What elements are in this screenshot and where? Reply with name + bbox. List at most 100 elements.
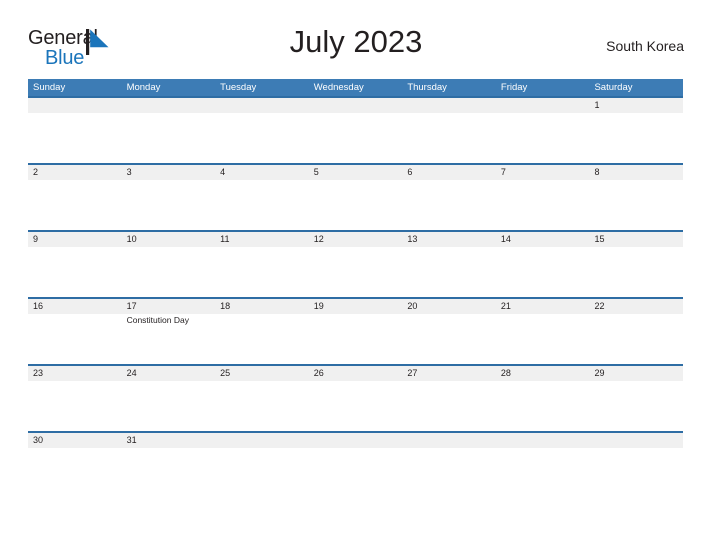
day-number[interactable]: 9 (28, 232, 122, 247)
day-cell[interactable] (496, 113, 590, 163)
day-cell[interactable] (589, 113, 683, 163)
day-number[interactable]: 31 (122, 433, 216, 448)
day-number[interactable]: 26 (309, 366, 403, 381)
day-cell[interactable] (215, 113, 309, 163)
day-number[interactable]: 16 (28, 299, 122, 314)
day-cell[interactable] (28, 113, 122, 163)
day-cell[interactable] (122, 448, 216, 498)
day-cell[interactable] (496, 381, 590, 431)
day-cell[interactable] (28, 448, 122, 498)
day-number[interactable]: 20 (402, 299, 496, 314)
day-cell[interactable] (589, 247, 683, 297)
day-number[interactable]: 12 (309, 232, 403, 247)
day-number[interactable]: 28 (496, 366, 590, 381)
day-cell[interactable] (589, 381, 683, 431)
day-cell[interactable] (28, 247, 122, 297)
week-event-band (28, 180, 683, 230)
day-cell[interactable] (215, 448, 309, 498)
day-number[interactable]: 22 (589, 299, 683, 314)
day-cell[interactable] (402, 180, 496, 230)
day-number[interactable] (402, 98, 496, 113)
day-cell[interactable] (402, 314, 496, 364)
day-number[interactable]: 23 (28, 366, 122, 381)
day-number[interactable]: 14 (496, 232, 590, 247)
day-number[interactable]: 24 (122, 366, 216, 381)
day-cell[interactable] (589, 448, 683, 498)
day-cell[interactable] (28, 180, 122, 230)
day-cell[interactable] (496, 180, 590, 230)
day-number[interactable]: 17 (122, 299, 216, 314)
week-event-band (28, 113, 683, 163)
week-event-band (28, 448, 683, 498)
day-number[interactable]: 4 (215, 165, 309, 180)
day-number[interactable]: 11 (215, 232, 309, 247)
day-cell[interactable] (122, 381, 216, 431)
week-event-band: Constitution Day (28, 314, 683, 364)
day-cell[interactable] (215, 247, 309, 297)
week-row: 2 3 4 5 6 7 8 (28, 163, 683, 230)
day-number[interactable] (215, 433, 309, 448)
day-cell[interactable] (309, 113, 403, 163)
week-row: 16 17 18 19 20 21 22 Constitution Day (28, 297, 683, 364)
day-cell[interactable] (122, 247, 216, 297)
day-number[interactable] (28, 98, 122, 113)
day-number[interactable]: 7 (496, 165, 590, 180)
day-number[interactable] (496, 433, 590, 448)
day-number[interactable] (215, 98, 309, 113)
calendar-grid: Sunday Monday Tuesday Wednesday Thursday… (28, 79, 683, 498)
day-cell[interactable] (122, 180, 216, 230)
day-cell[interactable]: Constitution Day (122, 314, 216, 364)
day-number[interactable]: 19 (309, 299, 403, 314)
weekday-header-row: Sunday Monday Tuesday Wednesday Thursday… (28, 79, 683, 96)
day-number[interactable] (496, 98, 590, 113)
day-number[interactable]: 8 (589, 165, 683, 180)
calendar-page: General Blue July 2023 South Korea Sunda… (0, 0, 712, 550)
day-cell[interactable] (28, 381, 122, 431)
day-cell[interactable] (589, 180, 683, 230)
day-number[interactable]: 21 (496, 299, 590, 314)
day-number[interactable] (309, 98, 403, 113)
day-cell[interactable] (589, 314, 683, 364)
day-cell[interactable] (122, 113, 216, 163)
day-cell[interactable] (496, 247, 590, 297)
day-cell[interactable] (28, 314, 122, 364)
day-number[interactable]: 15 (589, 232, 683, 247)
week-row: 30 31 (28, 431, 683, 498)
day-number[interactable] (309, 433, 403, 448)
day-number[interactable]: 30 (28, 433, 122, 448)
day-number[interactable]: 1 (589, 98, 683, 113)
week-number-band: 9 10 11 12 13 14 15 (28, 232, 683, 247)
week-number-band: 30 31 (28, 433, 683, 448)
day-cell[interactable] (215, 314, 309, 364)
day-number[interactable]: 5 (309, 165, 403, 180)
day-cell[interactable] (309, 180, 403, 230)
day-cell[interactable] (215, 180, 309, 230)
week-number-band: 2 3 4 5 6 7 8 (28, 165, 683, 180)
day-number[interactable]: 3 (122, 165, 216, 180)
day-event: Constitution Day (126, 315, 189, 325)
day-number[interactable]: 6 (402, 165, 496, 180)
day-cell[interactable] (309, 247, 403, 297)
day-cell[interactable] (309, 381, 403, 431)
day-cell[interactable] (402, 113, 496, 163)
day-number[interactable]: 18 (215, 299, 309, 314)
week-row: 1 (28, 96, 683, 163)
day-cell[interactable] (402, 247, 496, 297)
day-cell[interactable] (309, 314, 403, 364)
day-number[interactable]: 27 (402, 366, 496, 381)
day-number[interactable]: 29 (589, 366, 683, 381)
day-number[interactable] (402, 433, 496, 448)
day-number[interactable] (122, 98, 216, 113)
day-cell[interactable] (215, 381, 309, 431)
day-cell[interactable] (402, 381, 496, 431)
day-number[interactable] (589, 433, 683, 448)
day-number[interactable]: 25 (215, 366, 309, 381)
week-event-band (28, 381, 683, 431)
day-cell[interactable] (402, 448, 496, 498)
day-cell[interactable] (309, 448, 403, 498)
day-cell[interactable] (496, 314, 590, 364)
day-number[interactable]: 2 (28, 165, 122, 180)
day-number[interactable]: 10 (122, 232, 216, 247)
day-number[interactable]: 13 (402, 232, 496, 247)
day-cell[interactable] (496, 448, 590, 498)
